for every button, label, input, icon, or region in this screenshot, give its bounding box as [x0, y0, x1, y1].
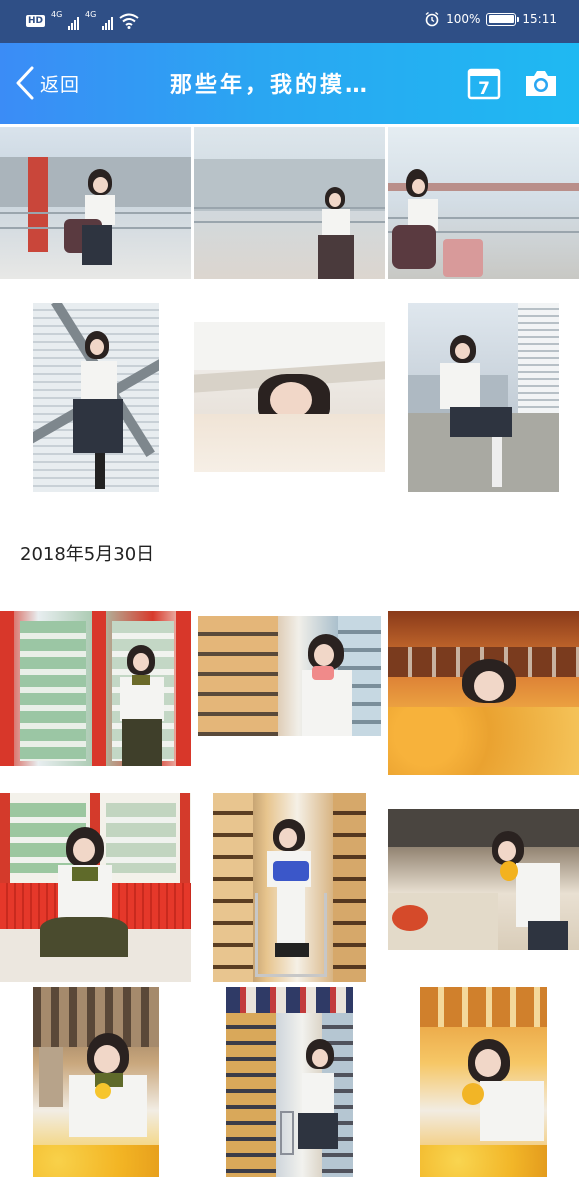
clock: 15:11	[522, 12, 557, 26]
calendar-button[interactable]: 7	[467, 66, 501, 100]
photo-thumbnail[interactable]	[408, 303, 559, 492]
status-left: HD 4G 4G	[26, 10, 139, 30]
photo-thumbnail[interactable]	[388, 127, 579, 279]
photo-thumbnail[interactable]	[194, 127, 385, 279]
battery-fill	[488, 15, 514, 23]
photo-thumbnail[interactable]	[0, 611, 191, 766]
signal-icon: 4G	[51, 10, 80, 30]
photo-thumbnail[interactable]	[213, 793, 366, 982]
wifi-icon	[119, 13, 139, 29]
back-label: 返回	[40, 73, 81, 96]
network-type: 4G	[51, 10, 63, 19]
status-bar: HD 4G 4G 100% 15:11	[0, 0, 579, 43]
photo-thumbnail[interactable]	[420, 987, 547, 1177]
photo-thumbnail[interactable]	[33, 987, 159, 1177]
battery-percent: 100%	[446, 12, 481, 26]
calendar-day: 7	[478, 79, 490, 99]
network-type: 4G	[85, 10, 97, 19]
status-right: 100% 15:11	[424, 11, 557, 27]
app-bar: 返回 那些年，我的摸… 7	[0, 43, 579, 124]
hd-icon: HD	[26, 15, 46, 27]
photo-thumbnail[interactable]	[194, 322, 385, 472]
back-arrow-icon	[16, 66, 34, 100]
photo-thumbnail[interactable]	[0, 793, 191, 982]
page-title: 那些年，我的摸…	[170, 73, 371, 98]
photo-thumbnail[interactable]	[388, 611, 579, 775]
alarm-icon	[425, 11, 439, 27]
camera-button[interactable]	[523, 67, 559, 99]
signal-icon: 4G	[85, 10, 114, 30]
photo-thumbnail[interactable]	[33, 303, 159, 492]
photo-thumbnail[interactable]	[388, 809, 579, 950]
back-button[interactable]: 返回	[12, 63, 80, 103]
calendar-icon: 7	[467, 68, 501, 100]
battery-icon	[486, 12, 520, 26]
photo-thumbnail[interactable]	[226, 987, 353, 1177]
photo-thumbnail[interactable]	[198, 616, 381, 736]
camera-icon	[526, 71, 556, 96]
section-date-label: 2018年5月30日	[20, 544, 155, 565]
photo-thumbnail[interactable]	[0, 127, 191, 279]
